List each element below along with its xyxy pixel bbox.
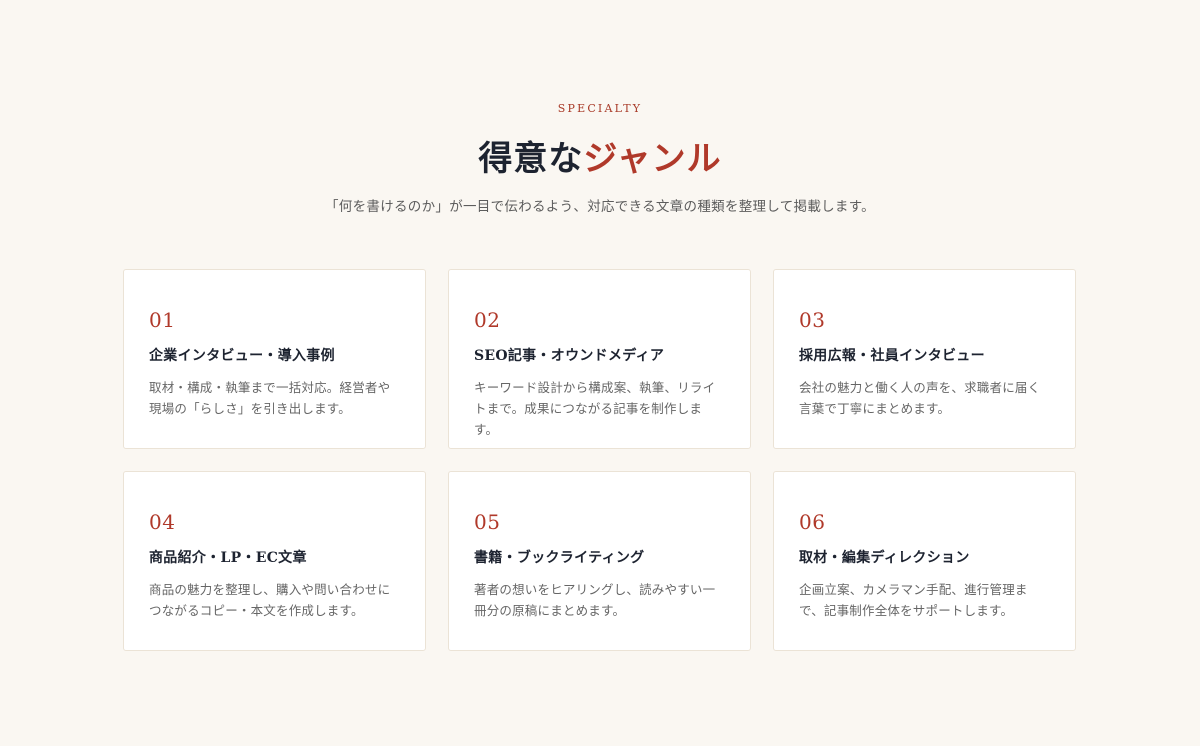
section-title-main: 得意な (478, 139, 584, 179)
card-number: 02 (474, 308, 501, 332)
section-title: 得意なジャンル (0, 138, 1200, 180)
card-number: 06 (799, 510, 826, 534)
genre-card-direction: 06 取材・編集ディレクション 企画立案、カメラマン手配、進行管理まで、記事制作… (773, 471, 1076, 651)
section-title-accent: ジャンル (583, 139, 722, 179)
card-description: 商品の魅力を整理し、購入や問い合わせにつながるコピー・本文を作成します。 (149, 582, 391, 618)
card-number: 05 (474, 510, 501, 534)
card-title: 採用広報・社員インタビュー (799, 348, 985, 364)
card-title: 商品紹介・LP・EC文章 (149, 550, 307, 566)
card-number: 04 (149, 510, 176, 534)
genre-card-interview: 01 企業インタビュー・導入事例 取材・構成・執筆まで一括対応。経営者や現場の「… (123, 269, 426, 449)
card-description: 会社の魅力と働く人の声を、求職者に届く言葉で丁寧にまとめます。 (799, 380, 1041, 416)
specialty-section: SPECIALTY 得意なジャンル 「何を書けるのか」が一目で伝わるよう、対応で… (0, 0, 1200, 746)
card-number: 01 (149, 308, 176, 332)
card-title: 書籍・ブックライティング (474, 550, 645, 566)
card-number: 03 (799, 308, 826, 332)
genre-card-product: 04 商品紹介・LP・EC文章 商品の魅力を整理し、購入や問い合わせにつながるコ… (123, 471, 426, 651)
card-title: 取材・編集ディレクション (799, 550, 970, 566)
genre-grid: 01 企業インタビュー・導入事例 取材・構成・執筆まで一括対応。経営者や現場の「… (123, 269, 1077, 651)
card-description: キーワード設計から構成案、執筆、リライトまで。成果につながる記事を制作します。 (474, 380, 716, 437)
genre-card-seo: 02 SEO記事・オウンドメディア キーワード設計から構成案、執筆、リライトまで… (448, 269, 751, 449)
card-description: 企画立案、カメラマン手配、進行管理まで、記事制作全体をサポートします。 (799, 582, 1028, 618)
section-eyebrow: SPECIALTY (557, 102, 643, 115)
genre-card-recruiting: 03 採用広報・社員インタビュー 会社の魅力と働く人の声を、求職者に届く言葉で丁… (773, 269, 1076, 449)
genre-card-book: 05 書籍・ブックライティング 著者の想いをヒアリングし、読みやすい一冊分の原稿… (448, 471, 751, 651)
card-description: 取材・構成・執筆まで一括対応。経営者や現場の「らしさ」を引き出します。 (149, 380, 391, 416)
card-title: SEO記事・オウンドメディア (474, 348, 665, 364)
card-title: 企業インタビュー・導入事例 (149, 348, 335, 364)
section-lead: 「何を書けるのか」が一目で伝わるよう、対応できる文章の種類を整理して掲載します。 (325, 199, 875, 215)
card-description: 著者の想いをヒアリングし、読みやすい一冊分の原稿にまとめます。 (474, 582, 716, 618)
